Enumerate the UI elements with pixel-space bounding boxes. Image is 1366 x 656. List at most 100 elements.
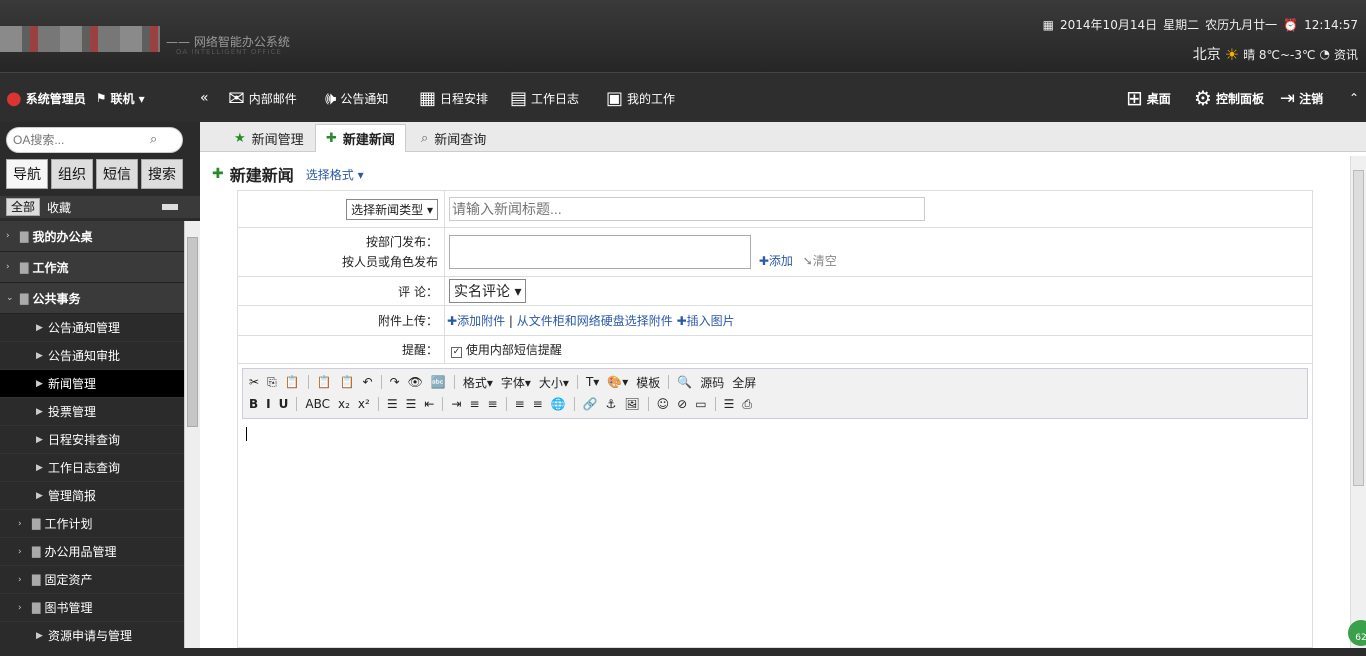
editor-button[interactable]: ✂ xyxy=(249,375,259,389)
tab-news-manage[interactable]: ★ 新闻管理 xyxy=(224,124,314,152)
nav-notice-label: 公告通知 xyxy=(340,91,389,106)
news-type-select[interactable]: 选择新闻类型 ▾ xyxy=(346,198,438,220)
editor-button[interactable]: 👁 xyxy=(408,375,423,389)
scrollbar-thumb[interactable] xyxy=(1353,170,1364,486)
format-select[interactable]: 选择格式 ▾ xyxy=(306,166,364,183)
tab-org[interactable]: 组织 xyxy=(51,159,93,189)
sidebar-item[interactable]: › ▇ 工作计划 xyxy=(0,510,184,538)
editor-button[interactable]: 📋 xyxy=(340,375,355,389)
editor-button[interactable]: ☰ xyxy=(387,397,398,411)
sidebar-item-label: 公告通知管理 xyxy=(48,321,121,335)
publish-target-field[interactable] xyxy=(449,235,751,269)
sidebar-item[interactable]: › ▇ 工作流 xyxy=(0,252,184,283)
search-icon[interactable]: ⌕ xyxy=(150,132,157,147)
scrollbar-thumb[interactable] xyxy=(187,237,198,427)
sidebar-item[interactable]: ▶ 新闻管理 xyxy=(0,370,184,398)
sidebar-item[interactable]: ▶ 资源申请与管理 xyxy=(0,622,184,648)
sidebar-item[interactable]: › ▇ 固定资产 xyxy=(0,566,184,594)
logout-button[interactable]: ⇥ 注销 xyxy=(1280,73,1323,123)
nav-mail[interactable]: ✉ 内部邮件 xyxy=(228,73,297,123)
clear-button[interactable]: ➘清空 xyxy=(803,254,837,268)
tab-nav[interactable]: 导航 xyxy=(6,159,48,189)
sidebar-item[interactable]: ▶ 工作日志查询 xyxy=(0,454,184,482)
editor-button[interactable]: ⚓ xyxy=(606,397,617,411)
datetime: ▦ 2014年10月14日 星期二 农历九月廿一 ⏰ 12:14:57 xyxy=(1043,16,1358,33)
sidebar-item[interactable]: › ▇ 办公用品管理 xyxy=(0,538,184,566)
editor-button[interactable]: 全屏 xyxy=(732,374,756,391)
editor-button[interactable]: ☰ xyxy=(406,397,417,411)
editor-button[interactable]: ⎙ xyxy=(742,397,752,412)
desktop-button[interactable]: ⊞ 桌面 xyxy=(1126,73,1171,123)
editor-button[interactable]: ABC xyxy=(305,397,330,411)
editor-button[interactable]: 🖼 xyxy=(624,397,639,411)
editor-button[interactable]: ≡ xyxy=(533,397,543,411)
editor-button[interactable]: 🔤 xyxy=(431,375,446,389)
editor-button[interactable]: 📋 xyxy=(285,375,300,389)
editor-button[interactable]: x² xyxy=(358,397,370,411)
editor-button[interactable]: ☰ xyxy=(724,397,735,411)
user-info[interactable]: ● 系统管理员 ⚑ 联机 ▾ xyxy=(6,73,145,123)
editor-button[interactable]: ▭ xyxy=(695,397,706,411)
nav-notice[interactable]: 🕪 公告通知 xyxy=(325,73,388,123)
editor-button[interactable]: ≡ xyxy=(515,397,525,411)
editor-button[interactable]: x₂ xyxy=(338,397,350,411)
tab-sms[interactable]: 短信 xyxy=(96,159,138,189)
editor-button[interactable]: ☺ xyxy=(657,397,670,411)
editor-button[interactable]: ≡ xyxy=(488,397,498,411)
add-attachment-button[interactable]: ✚添加附件 xyxy=(447,314,505,328)
collapse-up-icon[interactable]: ⌃ xyxy=(1349,73,1359,123)
editor-button[interactable]: ⊘ xyxy=(677,397,687,411)
tab-search[interactable]: 搜索 xyxy=(141,159,183,189)
sidebar-scrollbar[interactable] xyxy=(184,221,200,648)
tab-new-news[interactable]: ✚ 新建新闻 xyxy=(315,124,406,152)
sidebar-item[interactable]: ▶ 公告通知审批 xyxy=(0,342,184,370)
news-title-input[interactable] xyxy=(449,197,925,221)
city[interactable]: 北京 xyxy=(1193,44,1221,64)
user-status[interactable]: 联机 ▾ xyxy=(111,90,145,107)
sidebar-item[interactable]: ▶ 管理简报 xyxy=(0,482,184,510)
news-link[interactable]: 资讯 xyxy=(1334,46,1358,63)
sidebar-item[interactable]: ▶ 日程安排查询 xyxy=(0,426,184,454)
editor-button[interactable]: 格式▾ xyxy=(463,374,493,391)
scope-fav[interactable]: 收藏 xyxy=(47,199,71,216)
editor-button[interactable]: 🌐 xyxy=(551,397,566,411)
editor-button[interactable]: 📋 xyxy=(317,375,332,389)
editor-button[interactable]: B xyxy=(249,397,258,411)
editor-button[interactable]: 模板 xyxy=(636,374,660,391)
collapse-icon[interactable]: « xyxy=(200,73,209,123)
editor-button[interactable]: 🔗 xyxy=(583,397,598,411)
control-panel-button[interactable]: ⚙ 控制面板 xyxy=(1194,73,1264,123)
rich-text-editor[interactable]: ✂ ⎘ 📋 📋 📋 ↶ ↷ 👁 🔤 格式▾ 字体▾ 大小▾ T▾ 🎨▾ 模板 🔍 源码 全屏 B I U ABC x₂ x²… xyxy=(237,363,1313,648)
editor-button[interactable]: ↷ xyxy=(390,375,400,389)
sidebar-item[interactable]: ▶ 公告通知管理 xyxy=(0,314,184,342)
comment-select[interactable]: 实名评论 ▾ xyxy=(449,279,527,303)
editor-button[interactable]: ↶ xyxy=(363,375,373,389)
add-button[interactable]: ✚添加 xyxy=(759,254,793,268)
editor-button[interactable]: U xyxy=(279,397,289,411)
editor-button[interactable]: I xyxy=(266,397,270,411)
sidebar-item[interactable]: › ▇ 图书管理 xyxy=(0,594,184,622)
editor-button[interactable]: 字体▾ xyxy=(501,374,531,391)
editor-button[interactable]: 大小▾ xyxy=(539,374,569,391)
main-scrollbar[interactable] xyxy=(1350,156,1366,648)
select-from-cabinet-link[interactable]: 从文件柜和网络硬盘选择附件 xyxy=(517,314,673,328)
insert-image-button[interactable]: ✚插入图片 xyxy=(677,314,735,328)
editor-button[interactable]: 🎨▾ xyxy=(607,375,628,389)
editor-button[interactable]: ≡ xyxy=(469,397,479,411)
sidebar-item[interactable]: › ▇ 我的办公桌 xyxy=(0,221,184,252)
remind-checkbox[interactable]: ✓ xyxy=(451,347,462,358)
editor-button[interactable]: ⇤ xyxy=(424,397,434,411)
nav-work[interactable]: ▣ 我的工作 xyxy=(606,73,675,123)
nav-log[interactable]: ▤ 工作日志 xyxy=(510,73,579,123)
sidebar-item[interactable]: ▶ 投票管理 xyxy=(0,398,184,426)
scope-all[interactable]: 全部 xyxy=(6,198,41,216)
editor-button[interactable]: ⎘ xyxy=(267,375,277,390)
editor-button[interactable]: T▾ xyxy=(586,375,599,389)
editor-button[interactable]: 源码 xyxy=(700,374,724,391)
nav-schedule[interactable]: ▦ 日程安排 xyxy=(419,73,488,123)
sidebar-item[interactable]: ⌄ ▇ 公共事务 xyxy=(0,283,184,314)
editor-button[interactable]: 🔍 xyxy=(677,375,692,389)
tab-news-query[interactable]: ⌕ 新闻查询 xyxy=(411,124,496,152)
editor-button[interactable]: ⇥ xyxy=(451,397,461,411)
collapse-all-button[interactable] xyxy=(162,204,178,210)
